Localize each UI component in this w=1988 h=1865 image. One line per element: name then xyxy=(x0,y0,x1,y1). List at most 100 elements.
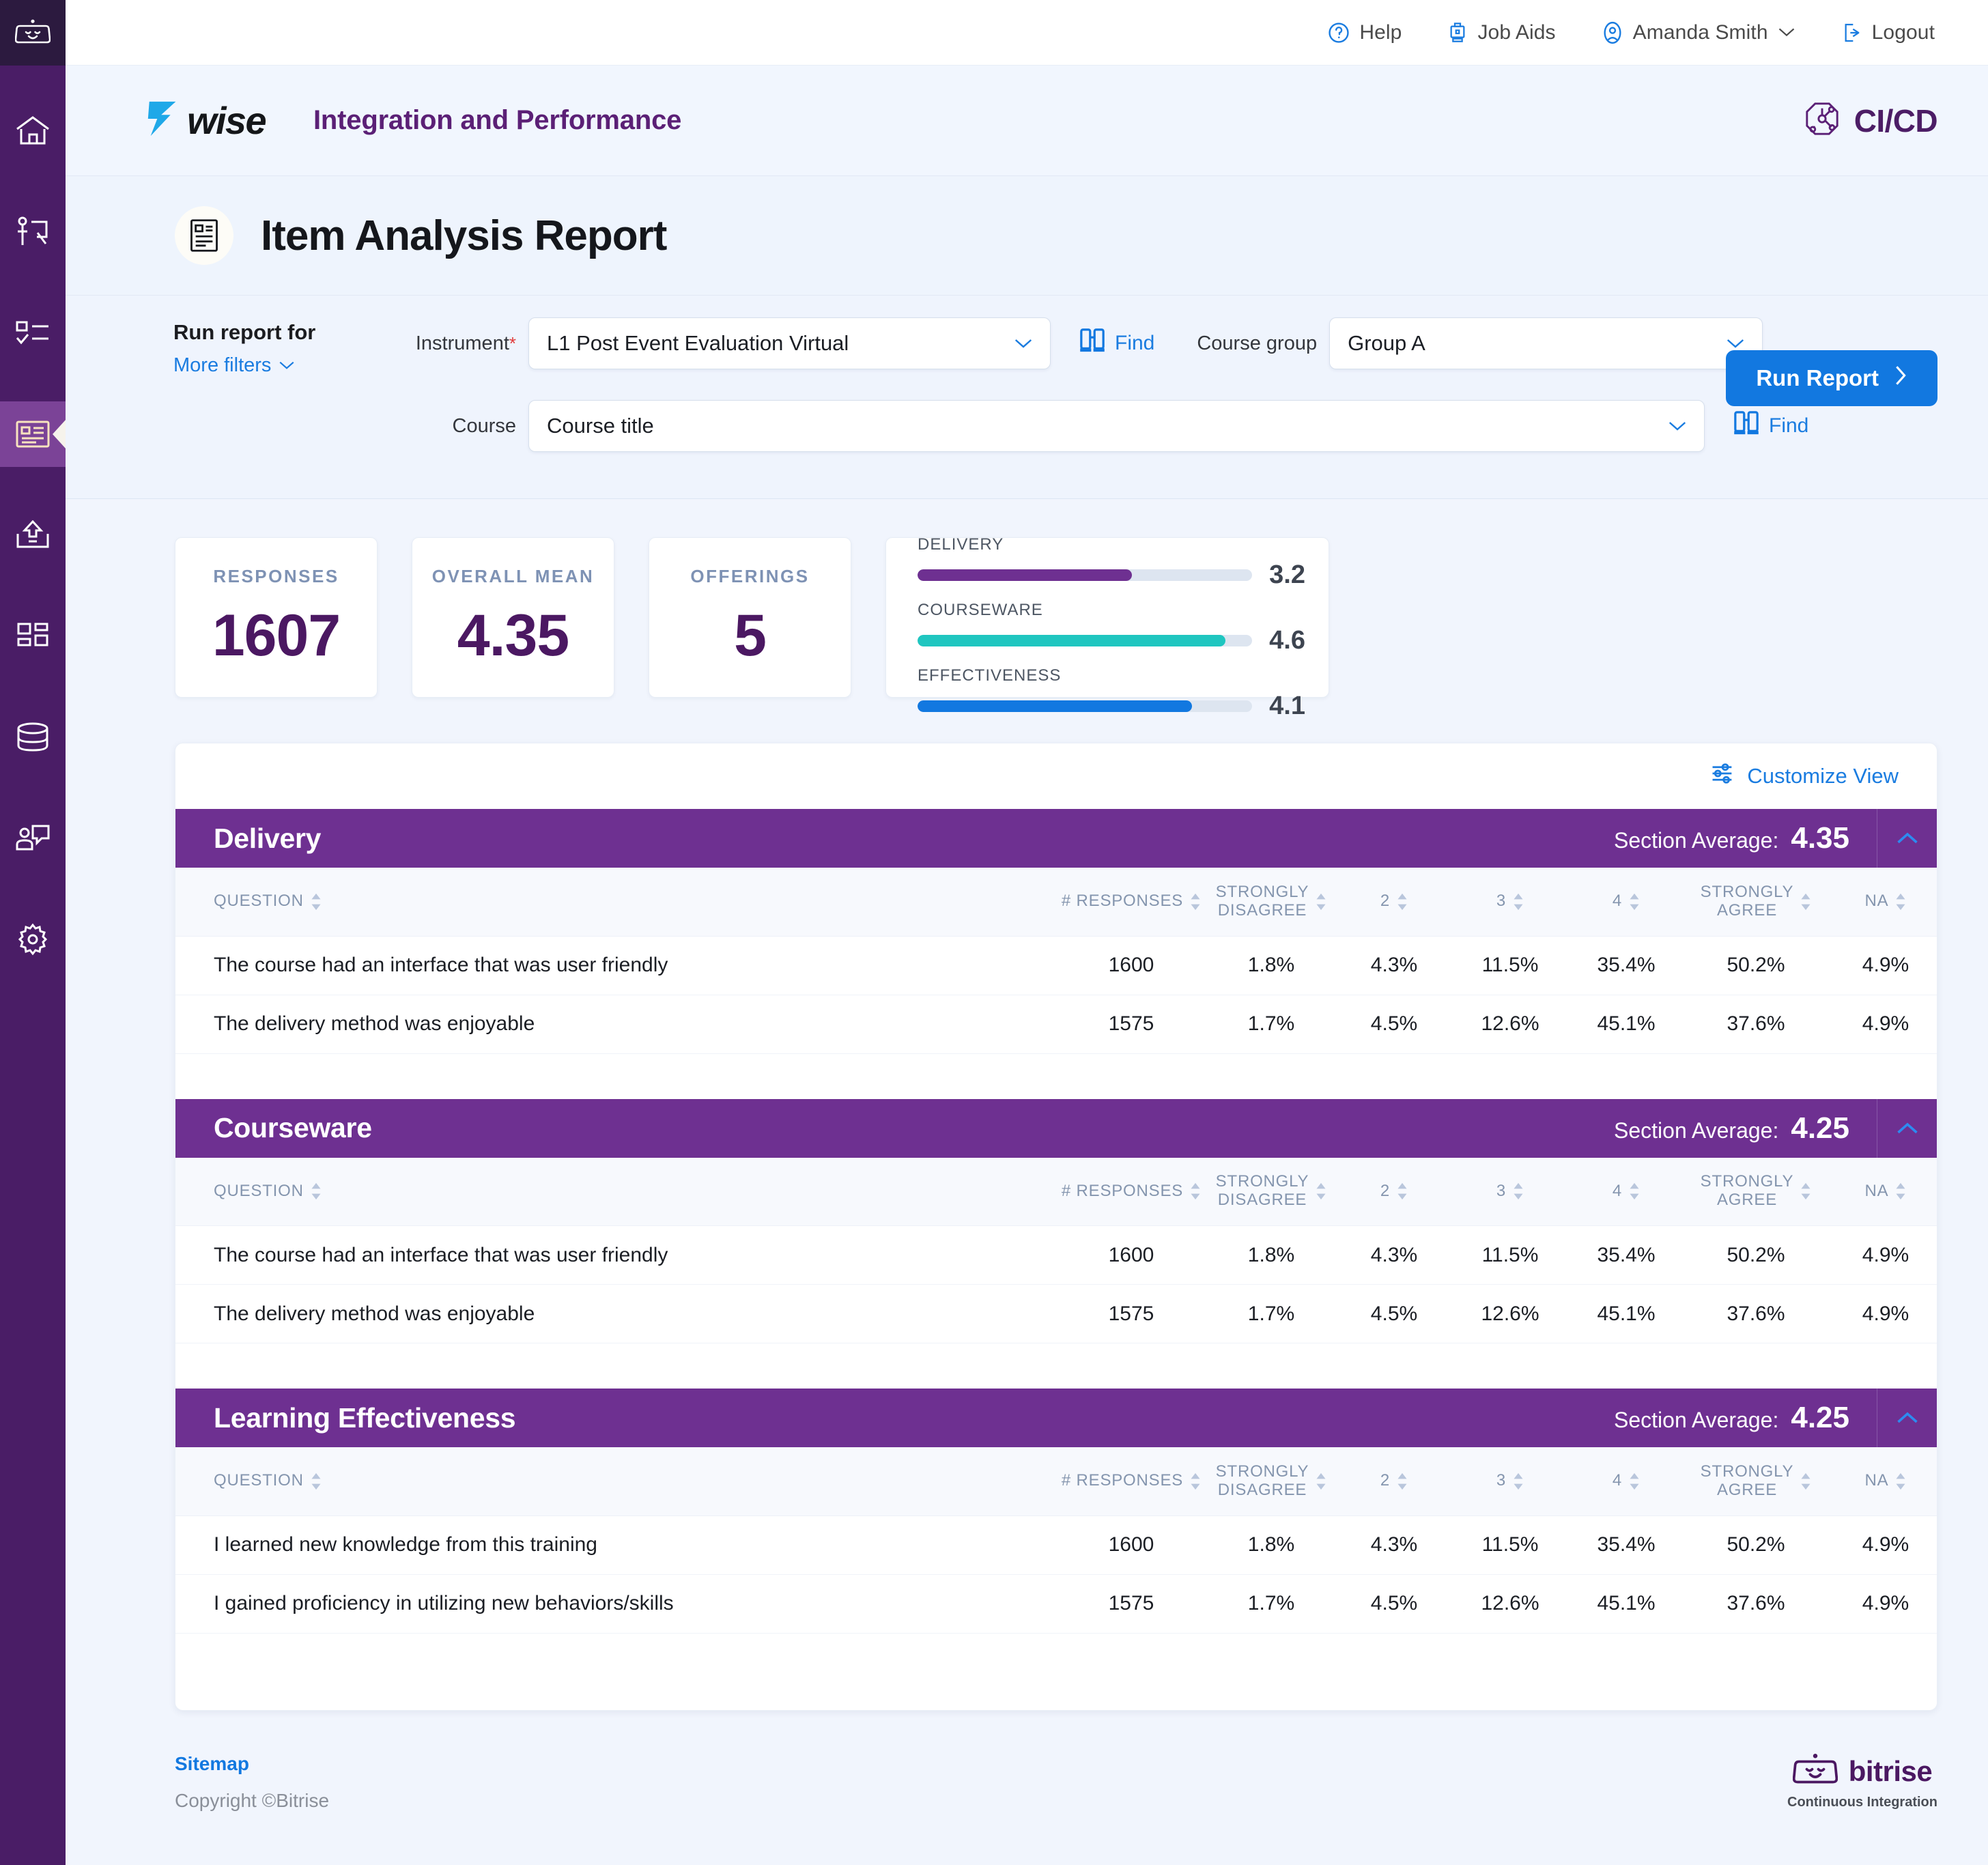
column-header[interactable]: QUESTION xyxy=(175,868,1056,937)
sort-toggle[interactable] xyxy=(1397,1472,1408,1490)
sidebar-item-home[interactable] xyxy=(0,98,66,164)
sort-toggle[interactable] xyxy=(1513,1182,1524,1200)
instrument-value: L1 Post Event Evaluation Virtual xyxy=(547,331,849,355)
user-menu[interactable]: Amanda Smith xyxy=(1601,21,1796,44)
sort-toggle[interactable] xyxy=(1513,1472,1524,1490)
sidebar-item-instructor[interactable] xyxy=(0,199,66,265)
sort-toggle[interactable] xyxy=(1895,1182,1906,1200)
column-header[interactable]: 2 xyxy=(1336,1157,1452,1226)
chart-bar-value: 3.2 xyxy=(1269,560,1305,589)
cell-c3: 11.5% xyxy=(1452,936,1568,995)
column-header[interactable]: # RESPONSES xyxy=(1056,1157,1206,1226)
column-header[interactable]: STRONGLY DISAGREE xyxy=(1206,1447,1336,1516)
section-collapse-button[interactable] xyxy=(1877,809,1937,868)
cell-sa: 50.2% xyxy=(1684,936,1828,995)
sort-toggle[interactable] xyxy=(1629,893,1640,911)
customize-view-label: Customize View xyxy=(1747,764,1899,788)
report-document-icon xyxy=(175,206,233,265)
section-header: Courseware Section Average: 4.25 xyxy=(175,1098,1937,1158)
cell-sd: 1.8% xyxy=(1206,1225,1336,1285)
job-aids-label: Job Aids xyxy=(1477,20,1556,44)
course-find-button[interactable]: Find xyxy=(1732,410,1808,442)
sort-toggle[interactable] xyxy=(1629,1472,1640,1490)
sort-toggle[interactable] xyxy=(1397,1182,1408,1200)
column-header[interactable]: 4 xyxy=(1568,1157,1684,1226)
bitrise-brand-text: bitrise xyxy=(1848,1755,1933,1787)
column-header[interactable]: 3 xyxy=(1452,868,1568,937)
sort-toggle[interactable] xyxy=(1513,893,1524,911)
cell-c2: 4.3% xyxy=(1336,936,1452,995)
sort-toggle[interactable] xyxy=(1190,1472,1201,1490)
column-header[interactable]: STRONGLY DISAGREE xyxy=(1206,868,1336,937)
column-header[interactable]: # RESPONSES xyxy=(1056,1447,1206,1516)
cell-c4: 45.1% xyxy=(1568,995,1684,1054)
customize-view-button[interactable]: Customize View xyxy=(175,743,1937,809)
sitemap-link[interactable]: Sitemap xyxy=(175,1753,329,1775)
sort-toggle[interactable] xyxy=(1316,1182,1326,1200)
chart-bar-fill xyxy=(918,569,1132,581)
sidebar-item-upload[interactable] xyxy=(0,502,66,568)
sort-toggle[interactable] xyxy=(1190,893,1201,911)
cell-c3: 12.6% xyxy=(1452,995,1568,1054)
sort-toggle[interactable] xyxy=(311,1182,322,1200)
column-header[interactable]: QUESTION xyxy=(175,1447,1056,1516)
column-header[interactable]: 3 xyxy=(1452,1157,1568,1226)
sidebar-item-reports[interactable] xyxy=(0,401,66,467)
column-header[interactable]: QUESTION xyxy=(175,1157,1056,1226)
more-filters-toggle[interactable]: More filters xyxy=(173,354,296,377)
sidebar-item-settings[interactable] xyxy=(0,907,66,972)
logout-label: Logout xyxy=(1871,20,1935,44)
instrument-select[interactable]: L1 Post Event Evaluation Virtual xyxy=(528,317,1051,369)
column-header[interactable]: STRONGLY AGREE xyxy=(1684,1157,1828,1226)
course-select[interactable]: Course title xyxy=(528,400,1705,452)
column-header[interactable]: 3 xyxy=(1452,1447,1568,1516)
cell-c3: 12.6% xyxy=(1452,1574,1568,1634)
sidebar-item-data[interactable] xyxy=(0,704,66,770)
sort-toggle[interactable] xyxy=(1397,893,1408,911)
column-header[interactable]: 2 xyxy=(1336,868,1452,937)
sidebar-item-feedback[interactable] xyxy=(0,806,66,871)
sort-toggle[interactable] xyxy=(311,893,322,911)
sidebar-item-tasks[interactable] xyxy=(0,300,66,366)
sort-toggle[interactable] xyxy=(1895,893,1906,911)
wise-logo[interactable]: wise xyxy=(144,98,267,143)
section-collapse-button[interactable] xyxy=(1877,1098,1937,1158)
column-header[interactable]: STRONGLY AGREE xyxy=(1684,1447,1828,1516)
section-collapse-button[interactable] xyxy=(1877,1389,1937,1447)
cell-c2: 4.5% xyxy=(1336,1574,1452,1634)
column-header[interactable]: NA xyxy=(1828,1157,1937,1226)
column-header[interactable]: NA xyxy=(1828,868,1937,937)
sort-toggle[interactable] xyxy=(1316,1472,1326,1490)
column-header[interactable]: NA xyxy=(1828,1447,1937,1516)
sort-toggle[interactable] xyxy=(1800,893,1811,911)
column-header-label: STRONGLY DISAGREE xyxy=(1215,1172,1309,1210)
bitrise-robot-icon[interactable] xyxy=(0,0,66,66)
sort-toggle[interactable] xyxy=(1190,1182,1201,1200)
column-header[interactable]: 4 xyxy=(1568,1447,1684,1516)
sort-toggle[interactable] xyxy=(1800,1472,1811,1490)
section-header: Delivery Section Average: 4.35 xyxy=(175,809,1937,868)
chart-bar-row: DELIVERY 3.2 xyxy=(918,535,1305,590)
cell-na: 4.9% xyxy=(1828,936,1937,995)
sort-toggle[interactable] xyxy=(1316,893,1326,911)
table-row: The course had an interface that was use… xyxy=(175,936,1937,995)
course-group-select[interactable]: Group A xyxy=(1329,317,1763,369)
instrument-find-button[interactable]: Find xyxy=(1078,327,1154,360)
run-report-button[interactable]: Run Report xyxy=(1726,350,1937,406)
sort-toggle[interactable] xyxy=(1895,1472,1906,1490)
column-header[interactable]: 4 xyxy=(1568,868,1684,937)
sidebar-item-dashboard[interactable] xyxy=(0,603,66,669)
cell-sd: 1.7% xyxy=(1206,995,1336,1054)
column-header[interactable]: # RESPONSES xyxy=(1056,868,1206,937)
logout-link[interactable]: Logout xyxy=(1841,21,1935,44)
column-header[interactable]: 2 xyxy=(1336,1447,1452,1516)
cell-c4: 45.1% xyxy=(1568,1284,1684,1343)
column-header[interactable]: STRONGLY DISAGREE xyxy=(1206,1157,1336,1226)
sort-toggle[interactable] xyxy=(311,1472,322,1490)
sort-toggle[interactable] xyxy=(1800,1182,1811,1200)
job-aids-link[interactable]: Job Aids xyxy=(1447,20,1556,44)
cicd-label: CI/CD xyxy=(1854,102,1938,139)
sort-toggle[interactable] xyxy=(1629,1182,1640,1200)
column-header[interactable]: STRONGLY AGREE xyxy=(1684,868,1828,937)
help-link[interactable]: Help xyxy=(1327,21,1402,44)
